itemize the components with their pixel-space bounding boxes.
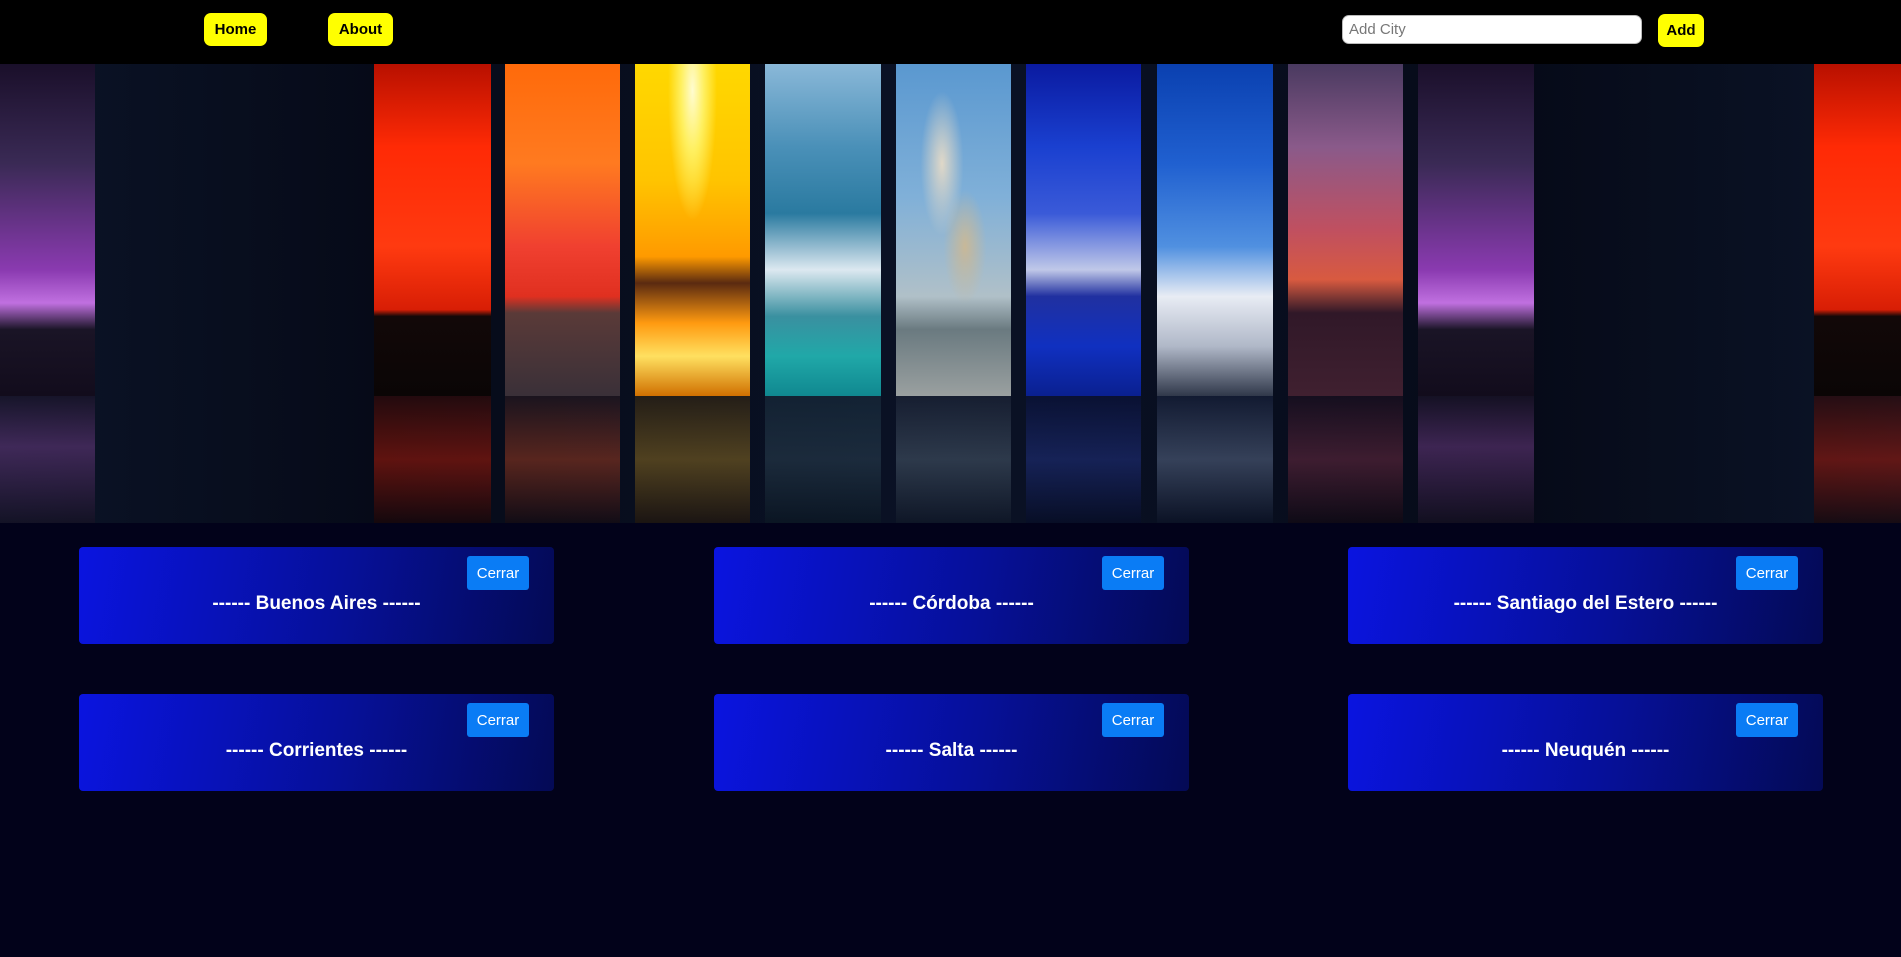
city-card: Cerrar ------ Salta ------ xyxy=(714,694,1189,791)
city-card: Cerrar ------ Neuquén ------ xyxy=(1348,694,1823,791)
city-name: ------ Neuquén ------ xyxy=(1501,740,1670,761)
about-button[interactable]: About xyxy=(328,13,393,46)
close-card-button[interactable]: Cerrar xyxy=(1102,556,1164,590)
home-button[interactable]: Home xyxy=(204,13,267,46)
add-city-button[interactable]: Add xyxy=(1658,14,1704,47)
add-city-input[interactable] xyxy=(1342,15,1642,44)
city-name: ------ Santiago del Estero ------ xyxy=(1453,593,1718,614)
city-card: Cerrar ------ Corrientes ------ xyxy=(79,694,554,791)
city-card: Cerrar ------ Santiago del Estero ------ xyxy=(1348,547,1823,644)
close-card-button[interactable]: Cerrar xyxy=(467,556,529,590)
city-name: ------ Salta ------ xyxy=(885,740,1018,761)
close-card-button[interactable]: Cerrar xyxy=(1102,703,1164,737)
city-name: ------ Buenos Aires ------ xyxy=(212,593,421,614)
city-name: ------ Corrientes ------ xyxy=(225,740,408,761)
city-card: Cerrar ------ Buenos Aires ------ xyxy=(79,547,554,644)
top-navbar: Home About Add xyxy=(0,0,1901,64)
close-card-button[interactable]: Cerrar xyxy=(1736,703,1798,737)
close-card-button[interactable]: Cerrar xyxy=(1736,556,1798,590)
city-card: Cerrar ------ Córdoba ------ xyxy=(714,547,1189,644)
close-card-button[interactable]: Cerrar xyxy=(467,703,529,737)
hero-banner-image xyxy=(0,64,1901,523)
city-name: ------ Córdoba ------ xyxy=(869,593,1034,614)
